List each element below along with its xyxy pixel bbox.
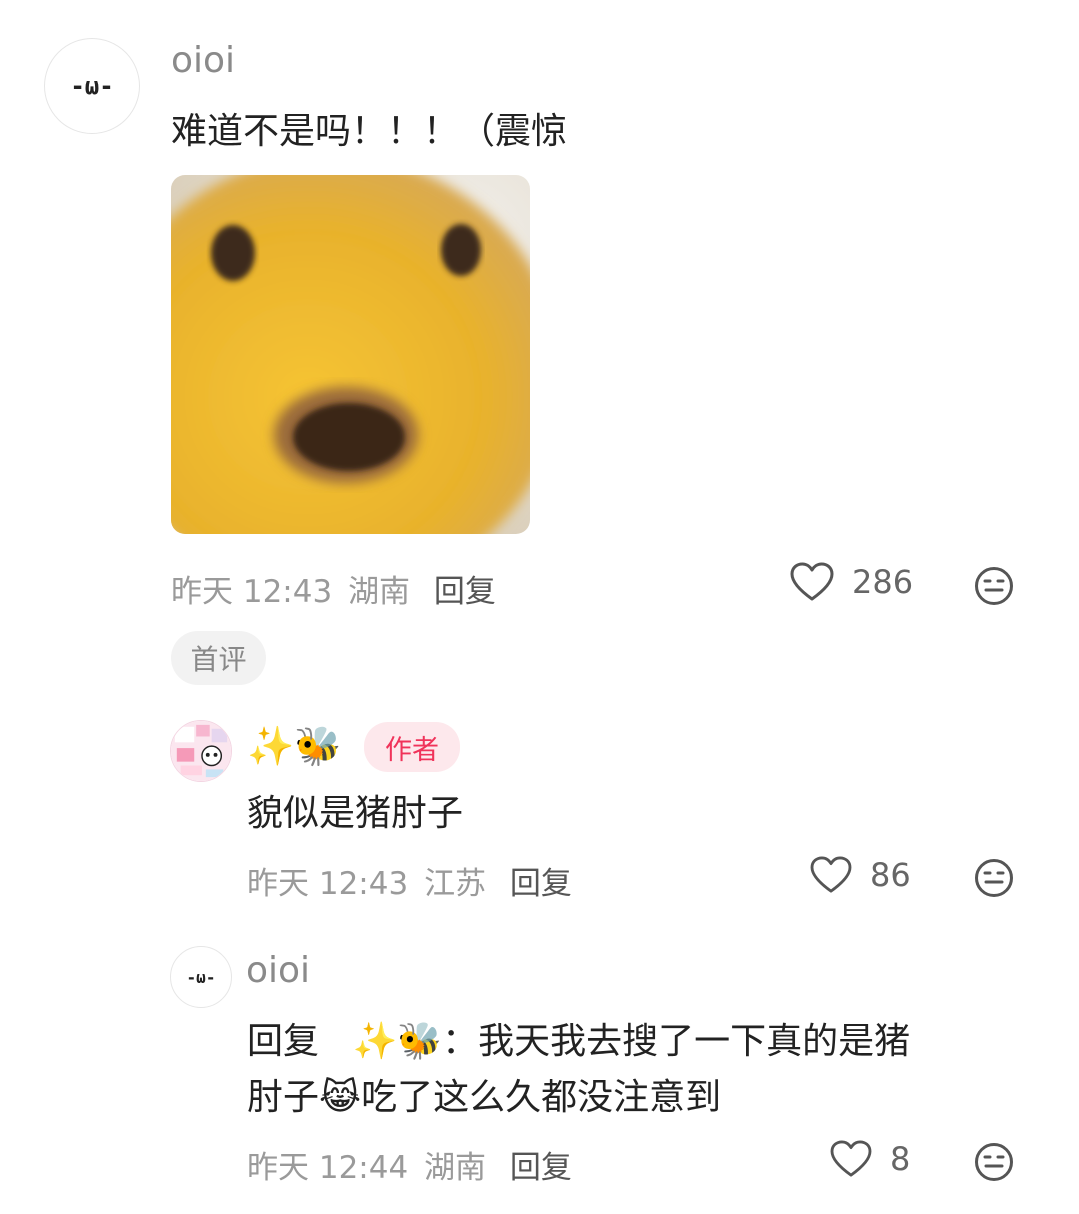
reply-location: 湖南: [424, 1150, 487, 1186]
comment-location: 湖南: [348, 574, 411, 610]
reply-meta: 昨天 12:44 湖南 回复: [247, 1142, 572, 1187]
username[interactable]: oioi: [246, 950, 310, 991]
reply-time: 昨天 12:44: [247, 1150, 409, 1186]
reply-meta: 昨天 12:43 江苏 回复: [247, 858, 572, 903]
comment-time: 昨天 12:43: [171, 574, 333, 610]
reply-time: 昨天 12:43: [247, 866, 409, 902]
meh-face-icon[interactable]: [974, 566, 1014, 606]
avatar[interactable]: -ω-: [170, 946, 232, 1008]
reply-colon: ：: [442, 1021, 479, 1062]
comment-meta: 昨天 12:43 湖南 回复: [171, 566, 496, 611]
username[interactable]: oioi: [171, 40, 235, 81]
like-count: 86: [870, 856, 911, 894]
crying-cat-emoji-icon: 😹: [319, 1077, 362, 1118]
like-count: 286: [852, 563, 914, 601]
author-badge: 作者: [364, 722, 460, 772]
reply-to-username[interactable]: ✨🐝: [352, 1021, 442, 1062]
like-button[interactable]: 8: [830, 1140, 910, 1178]
avatar[interactable]: -ω-: [44, 38, 140, 134]
meh-face-icon[interactable]: [974, 858, 1014, 898]
reply-prefix: 回复: [247, 1021, 320, 1062]
comment-text: 难道不是吗！！！（震惊: [171, 111, 568, 152]
first-comment-badge: 首评: [171, 631, 266, 685]
reply-button[interactable]: 回复: [434, 574, 496, 610]
reply-button[interactable]: 回复: [510, 866, 572, 902]
like-button[interactable]: 286: [790, 562, 913, 602]
comment-sticker-image[interactable]: [171, 175, 530, 534]
heart-outline-icon: [830, 1140, 872, 1177]
shocked-face-sticker: [171, 175, 530, 534]
reply-text-line2b: 吃了这么久都没注意到: [361, 1077, 722, 1118]
avatar-collage-image: [171, 721, 231, 781]
reply-button[interactable]: 回复: [510, 1150, 572, 1186]
avatar-kaomoji: -ω-: [70, 72, 114, 100]
meh-face-icon[interactable]: [974, 1142, 1014, 1182]
heart-outline-icon: [810, 856, 852, 893]
like-button[interactable]: 86: [810, 856, 911, 894]
heart-outline-icon: [790, 562, 834, 601]
reply-text: 回复 ✨🐝：我天我去搜了一下真的是猪 肘子😹吃了这么久都没注意到: [247, 1014, 1027, 1126]
author-username[interactable]: ✨🐝: [247, 720, 342, 772]
reply-location: 江苏: [424, 866, 487, 902]
reply-text: 貌似是猪肘子: [247, 793, 464, 834]
author-avatar[interactable]: [170, 720, 232, 782]
avatar-kaomoji: -ω-: [186, 967, 216, 987]
like-count: 8: [890, 1140, 911, 1178]
reply-text-line1: 我天我去搜了一下真的是猪: [478, 1021, 911, 1062]
reply-text-line2a: 肘子: [247, 1077, 320, 1118]
